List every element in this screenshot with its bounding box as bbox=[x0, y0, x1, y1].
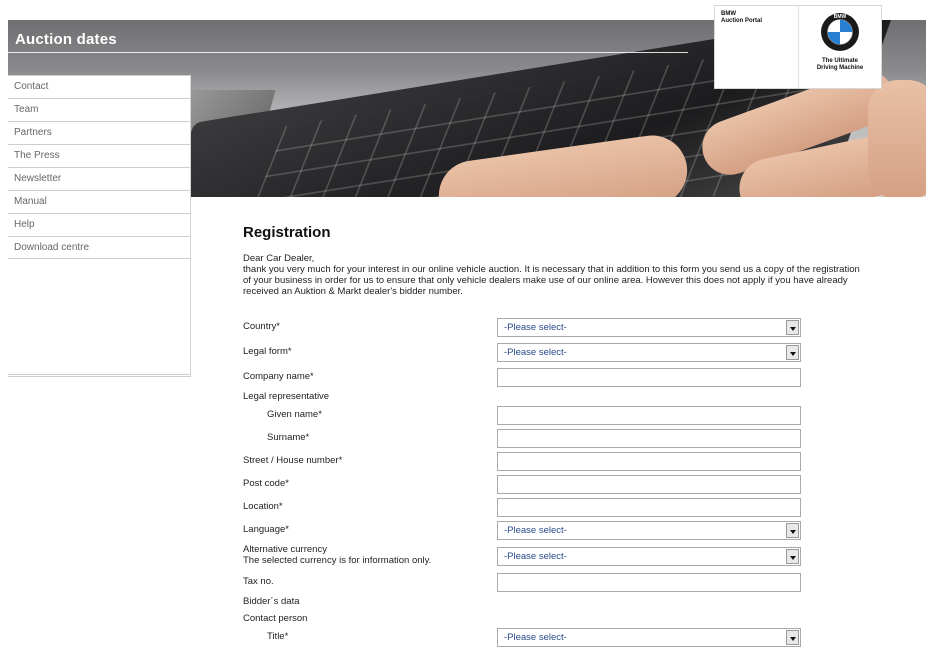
post-code-row: Post code* bbox=[243, 475, 913, 495]
sidebar-item-newsletter[interactable]: Newsletter bbox=[8, 167, 190, 190]
sidebar-nav: Contact Team Partners The Press Newslett… bbox=[8, 75, 191, 377]
slogan-line: Driving Machine bbox=[816, 65, 864, 71]
given-name-label: Given name* bbox=[267, 409, 322, 420]
select-value: -Please select- bbox=[504, 322, 567, 333]
alternative-currency-label: Alternative currency The selected curren… bbox=[243, 544, 432, 566]
title-divider bbox=[8, 52, 688, 53]
intro-line: of your business in order for us to ensu… bbox=[243, 275, 848, 286]
sidebar-item-the-press[interactable]: The Press bbox=[8, 144, 190, 167]
street-row: Street / House number* bbox=[243, 452, 913, 472]
svg-text:BMW: BMW bbox=[834, 14, 847, 20]
select-value: -Please select- bbox=[504, 525, 567, 536]
sidebar-item-partners[interactable]: Partners bbox=[8, 121, 190, 144]
company-name-row: Company name* bbox=[243, 368, 913, 388]
location-input[interactable] bbox=[497, 498, 801, 517]
language-row: Language* -Please select- bbox=[243, 521, 913, 541]
legal-representative-row: Legal representative bbox=[243, 388, 913, 408]
street-input[interactable] bbox=[497, 452, 801, 471]
greeting-text: Dear Car Dealer, bbox=[243, 253, 315, 264]
company-name-label: Company name* bbox=[243, 371, 314, 382]
given-name-input[interactable] bbox=[497, 406, 801, 425]
surname-row: Surname* bbox=[243, 429, 913, 449]
brand-box[interactable]: BMW Auction Portal BMW The Ultimate Driv… bbox=[714, 5, 882, 89]
tax-no-input[interactable] bbox=[497, 573, 801, 592]
contact-person-row: Contact person bbox=[243, 610, 913, 630]
country-row: Country* -Please select- bbox=[243, 318, 913, 338]
portal-label: BMW Auction Portal bbox=[715, 6, 799, 88]
intro-line: thank you very much for your interest in… bbox=[243, 264, 860, 275]
alternative-currency-row: Alternative currency The selected curren… bbox=[243, 544, 913, 567]
select-value: -Please select- bbox=[504, 551, 567, 562]
street-label: Street / House number* bbox=[243, 455, 343, 466]
post-code-label: Post code* bbox=[243, 478, 289, 489]
intro-line: received an Auktion & Markt dealer's bid… bbox=[243, 286, 463, 297]
title-row: Title* -Please select- bbox=[243, 628, 913, 648]
portal-name: Auction Portal bbox=[721, 18, 763, 24]
company-name-input[interactable] bbox=[497, 368, 801, 387]
sidebar-item-contact[interactable]: Contact bbox=[8, 75, 190, 98]
legal-representative-label: Legal representative bbox=[243, 391, 330, 402]
legal-form-label: Legal form* bbox=[243, 346, 292, 357]
title-label: Title* bbox=[267, 631, 289, 642]
sidebar-item-help[interactable]: Help bbox=[8, 213, 190, 236]
chevron-down-icon[interactable] bbox=[786, 523, 799, 538]
country-select[interactable]: -Please select- bbox=[497, 318, 801, 337]
post-code-input[interactable] bbox=[497, 475, 801, 494]
tax-no-label: Tax no. bbox=[243, 576, 274, 587]
currency-note-text: The selected currency is for information… bbox=[243, 554, 432, 566]
logo-cell: BMW The Ultimate Driving Machine bbox=[799, 6, 881, 88]
hand-image bbox=[868, 80, 926, 197]
surname-input[interactable] bbox=[497, 429, 801, 448]
sidebar-item-download-centre[interactable]: Download centre bbox=[8, 236, 190, 259]
location-label: Location* bbox=[243, 501, 283, 512]
location-row: Location* bbox=[243, 498, 913, 518]
tax-no-row: Tax no. bbox=[243, 573, 913, 593]
page-heading: Registration bbox=[243, 224, 331, 241]
country-label: Country* bbox=[243, 321, 280, 332]
surname-label: Surname* bbox=[267, 432, 310, 443]
given-name-row: Given name* bbox=[243, 406, 913, 426]
brand-slogan: The Ultimate Driving Machine bbox=[817, 58, 863, 72]
legal-form-row: Legal form* -Please select- bbox=[243, 343, 913, 363]
intro-text: Dear Car Dealer, thank you very much for… bbox=[243, 253, 913, 297]
registration-section: Registration Dear Car Dealer, thank you … bbox=[243, 224, 913, 647]
bidders-data-label: Bidder´s data bbox=[243, 596, 300, 607]
chevron-down-icon[interactable] bbox=[786, 630, 799, 645]
chevron-down-icon[interactable] bbox=[786, 320, 799, 335]
bmw-roundel-icon: BMW bbox=[821, 13, 859, 51]
brand-name: BMW bbox=[721, 11, 736, 17]
slogan-line: The Ultimate bbox=[821, 58, 858, 64]
legal-form-select[interactable]: -Please select- bbox=[497, 343, 801, 362]
select-value: -Please select- bbox=[504, 632, 567, 643]
language-label: Language* bbox=[243, 524, 289, 535]
sidebar-item-manual[interactable]: Manual bbox=[8, 190, 190, 213]
page-title: Auction dates bbox=[15, 31, 117, 48]
language-select[interactable]: -Please select- bbox=[497, 521, 801, 540]
chevron-down-icon[interactable] bbox=[786, 345, 799, 360]
sidebar-item-team[interactable]: Team bbox=[8, 98, 190, 121]
chevron-down-icon[interactable] bbox=[786, 549, 799, 564]
contact-person-label: Contact person bbox=[243, 613, 308, 624]
title-select[interactable]: -Please select- bbox=[497, 628, 801, 647]
alternative-currency-select[interactable]: -Please select- bbox=[497, 547, 801, 566]
select-value: -Please select- bbox=[504, 347, 567, 358]
currency-label-text: Alternative currency bbox=[243, 544, 327, 555]
